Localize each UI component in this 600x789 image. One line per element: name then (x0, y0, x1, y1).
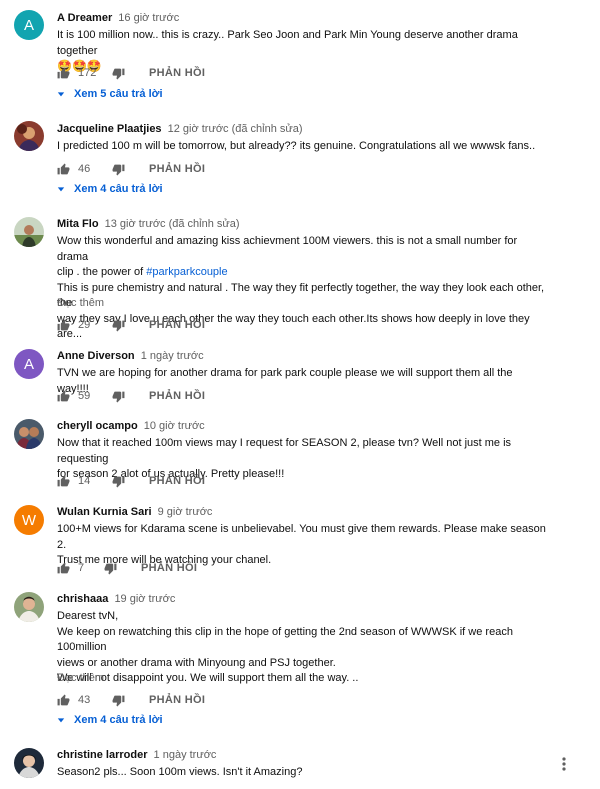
reply-button[interactable]: PHẢN HỒI (141, 562, 197, 574)
view-replies-button[interactable]: Xem 4 câu trả lời (57, 714, 163, 726)
comment-actions: 14 PHẢN HỒI (57, 473, 205, 489)
comment-actions: 29 PHẢN HỒI (57, 317, 205, 333)
view-replies-button[interactable]: Xem 5 câu trả lời (57, 88, 163, 100)
comment-timestamp[interactable]: 1 ngày trước (154, 749, 217, 761)
thumbs-down-icon[interactable] (112, 67, 125, 80)
author-name[interactable]: Jacqueline Plaatjies (57, 123, 162, 135)
reply-button[interactable]: PHẢN HỒI (149, 694, 205, 706)
comment-line-text: clip . the power of (57, 266, 144, 278)
avatar[interactable] (14, 748, 44, 778)
comment-line: We will not disappoint you. We will supp… (57, 672, 359, 684)
caret-down-icon (57, 187, 65, 192)
comment-line: We keep on rewatching this clip in the h… (57, 625, 513, 654)
comment-line: 100+M views for Kdarama scene is unbelie… (57, 523, 546, 551)
reply-button[interactable]: PHẢN HỒI (149, 475, 205, 487)
thumbs-down-icon[interactable] (104, 562, 117, 575)
comment-actions: 59 PHẢN HỒI (57, 388, 205, 404)
avatar-letter: A (23, 16, 34, 34)
avatar[interactable]: A (14, 349, 44, 379)
thumbs-down-icon[interactable] (112, 390, 125, 403)
author-name[interactable]: Mita Flo (57, 218, 99, 230)
like-count: 172 (78, 67, 97, 79)
comment-line: Dearest tvN, (57, 610, 119, 622)
thumbs-up-icon[interactable] (57, 694, 70, 707)
comment-actions: 43 PHẢN HỒI (57, 692, 205, 708)
avatar[interactable] (14, 217, 44, 247)
hashtag-link[interactable]: #parkparkcouple (146, 266, 227, 278)
comment-actions: 7 PHẢN HỒI (57, 560, 197, 576)
comment-header: Mita Flo 13 giờ trước (đã chỉnh sửa) (57, 217, 240, 231)
thumbs-down-icon[interactable] (112, 319, 125, 332)
comment-header: chrishaaa 19 giờ trước (57, 592, 175, 606)
comment-actions: 46 PHẢN HỒI (57, 161, 205, 177)
comment-timestamp[interactable]: 13 giờ trước (đã chỉnh sửa) (105, 218, 240, 230)
comment-text: I predicted 100 m will be tomorrow, but … (57, 139, 547, 155)
avatar[interactable]: A (14, 10, 44, 40)
comment-timestamp[interactable]: 9 giờ trước (158, 506, 213, 518)
like-count: 43 (78, 694, 91, 706)
comment-line: Wow this wonderful and amazing kiss achi… (57, 235, 518, 263)
like-count: 14 (78, 475, 91, 487)
read-more-link[interactable]: Đọc thêm (57, 297, 104, 309)
avatar[interactable] (14, 592, 44, 622)
caret-down-icon (57, 92, 65, 97)
author-name[interactable]: cheryll ocampo (57, 420, 138, 432)
comment-header: Anne Diverson 1 ngày trước (57, 349, 204, 363)
view-replies-label: Xem 4 câu trả lời (74, 714, 163, 726)
reply-button[interactable]: PHẢN HỒI (149, 163, 205, 175)
author-name[interactable]: Wulan Kurnia Sari (57, 506, 152, 518)
comment-header: Jacqueline Plaatjies 12 giờ trước (đã ch… (57, 122, 303, 136)
comment-actions: 172 PHẢN HỒI (57, 65, 205, 81)
comment-timestamp[interactable]: 10 giờ trước (144, 420, 205, 432)
comment-text: Season2 pls... Soon 100m views. Isn't it… (57, 765, 547, 781)
author-name[interactable]: christine larroder (57, 749, 147, 761)
reply-button[interactable]: PHẢN HỒI (149, 319, 205, 331)
comment-timestamp[interactable]: 1 ngày trước (141, 350, 204, 362)
comment-line: This is pure chemistry and natural . The… (57, 281, 545, 310)
author-name[interactable]: chrishaaa (57, 593, 108, 605)
thumbs-up-icon[interactable] (57, 319, 70, 332)
view-replies-label: Xem 4 câu trả lời (74, 183, 163, 195)
avatar[interactable] (14, 419, 44, 449)
more-options-icon[interactable] (558, 756, 570, 772)
comment-line: Now that it reached 100m views may I req… (57, 437, 512, 465)
like-count: 46 (78, 163, 91, 175)
thumbs-up-icon[interactable] (57, 67, 70, 80)
comment-timestamp[interactable]: 16 giờ trước (118, 12, 179, 24)
reply-button[interactable]: PHẢN HỒI (149, 390, 205, 402)
thumbs-down-icon[interactable] (112, 694, 125, 707)
like-count: 29 (78, 319, 91, 331)
comment-timestamp[interactable]: 12 giờ trước (đã chỉnh sửa) (168, 123, 303, 135)
comment-text: Dearest tvN, We keep on rewatching this … (57, 609, 547, 687)
like-count: 7 (78, 562, 85, 574)
author-name[interactable]: Anne Diverson (57, 350, 135, 362)
avatar[interactable]: W (14, 505, 44, 535)
comment-line-with-hashtag: clip . the power of #parkparkcouple (57, 265, 547, 281)
view-replies-button[interactable]: Xem 4 câu trả lời (57, 183, 163, 195)
avatar-letter: A (23, 355, 34, 373)
view-replies-label: Xem 5 câu trả lời (74, 88, 163, 100)
read-more-link[interactable]: Đọc thêm (57, 672, 104, 684)
thumbs-down-icon[interactable] (112, 475, 125, 488)
comment-header: cheryll ocampo 10 giờ trước (57, 419, 205, 433)
thumbs-up-icon[interactable] (57, 562, 70, 575)
thumbs-up-icon[interactable] (57, 390, 70, 403)
avatar[interactable] (14, 121, 44, 151)
caret-down-icon (57, 718, 65, 723)
comment-header: Wulan Kurnia Sari 9 giờ trước (57, 505, 212, 519)
avatar-letter: W (21, 511, 37, 529)
comment-line: views or another drama with Minyoung and… (57, 656, 336, 669)
comment-timestamp[interactable]: 19 giờ trước (114, 593, 175, 605)
like-count: 59 (78, 390, 91, 402)
thumbs-up-icon[interactable] (57, 163, 70, 176)
comment-line: It is 100 million now.. this is crazy.. … (57, 29, 518, 57)
comment-line: Season2 pls... Soon 100m views. Isn't it… (57, 766, 303, 778)
thumbs-down-icon[interactable] (112, 163, 125, 176)
comment-header: christine larroder 1 ngày trước (57, 748, 216, 762)
comment-line: I predicted 100 m will be tomorrow, but … (57, 140, 536, 152)
reply-button[interactable]: PHẢN HỒI (149, 67, 205, 79)
author-name[interactable]: A Dreamer (57, 12, 112, 24)
comment-header: A Dreamer 16 giờ trước (57, 11, 179, 25)
thumbs-up-icon[interactable] (57, 475, 70, 488)
